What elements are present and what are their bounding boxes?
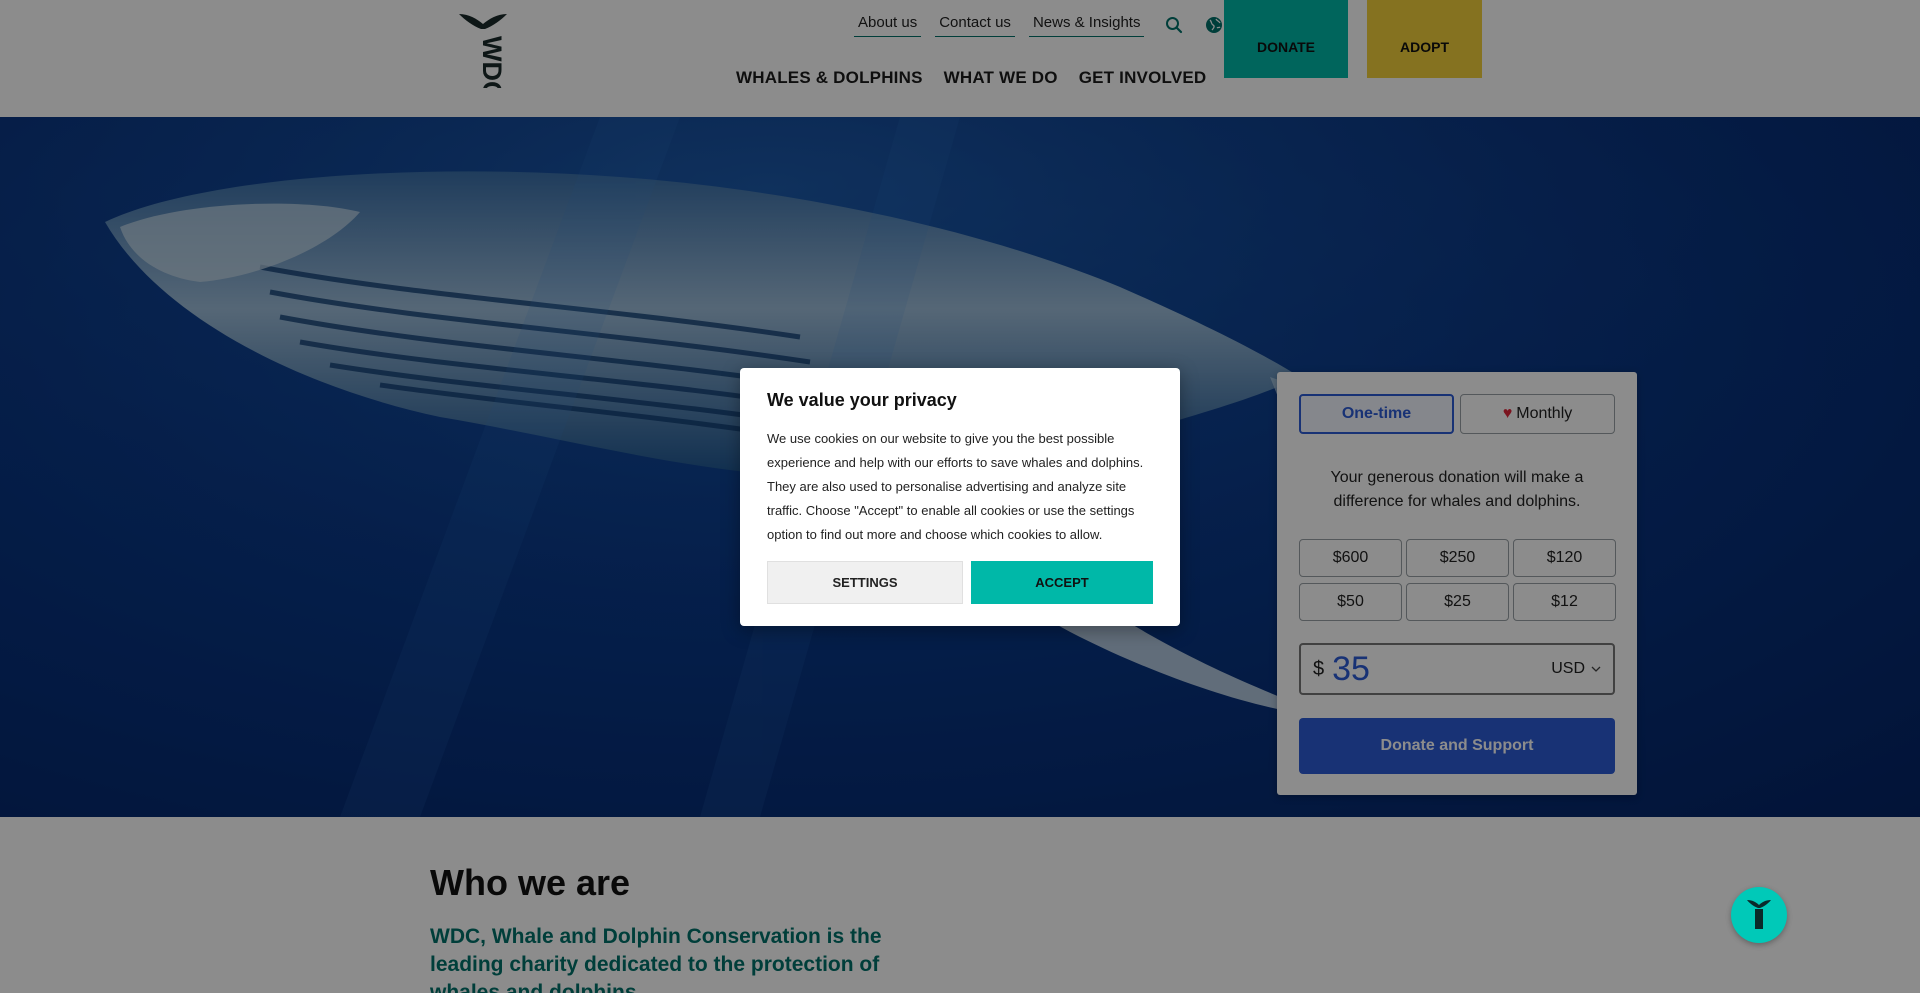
cookie-dialog-actions: SETTINGS ACCEPT: [767, 561, 1153, 604]
cookie-settings-button[interactable]: SETTINGS: [767, 561, 963, 604]
cookie-dialog-body: We use cookies on our website to give yo…: [767, 431, 1144, 542]
chat-fab-button[interactable]: [1731, 887, 1787, 943]
cookie-consent-dialog: We value your privacy We use cookies on …: [740, 368, 1180, 626]
cookie-accept-button[interactable]: ACCEPT: [971, 561, 1153, 604]
cookie-dialog-title: We value your privacy: [767, 390, 957, 410]
chat-fab-icon: [1747, 900, 1771, 929]
